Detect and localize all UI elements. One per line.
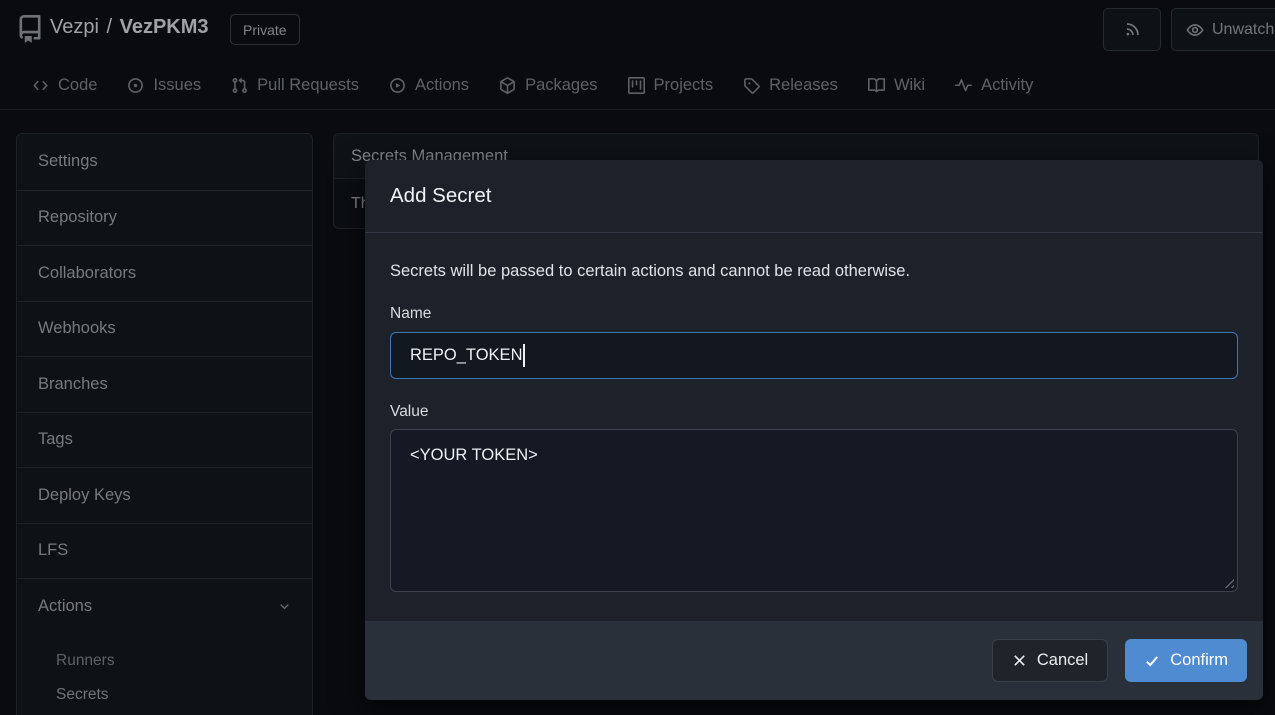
value-field-label: Value (390, 403, 1238, 421)
checkmark-icon (1144, 653, 1160, 669)
name-field-label: Name (390, 305, 1238, 323)
secret-name-value: REPO_TOKEN (410, 346, 522, 365)
modal-header: Add Secret (365, 160, 1263, 233)
add-secret-modal: Add Secret Secrets will be passed to cer… (365, 160, 1263, 700)
modal-footer: Cancel Confirm (365, 621, 1263, 700)
modal-title: Add Secret (390, 184, 491, 208)
secret-value-text: <YOUR TOKEN> (410, 446, 538, 464)
text-cursor (523, 344, 525, 367)
cancel-button[interactable]: Cancel (992, 639, 1108, 682)
confirm-button[interactable]: Confirm (1125, 639, 1247, 682)
close-x-icon (1012, 653, 1027, 668)
modal-body: Secrets will be passed to certain action… (365, 233, 1263, 621)
secret-name-input[interactable]: REPO_TOKEN (390, 332, 1238, 379)
gitea-repo-settings-page: Vezpi / VezPKM3 Private Unwatch Code Iss… (0, 0, 1275, 715)
textarea-resize-handle[interactable] (1222, 576, 1234, 588)
secret-value-textarea[interactable]: <YOUR TOKEN> (390, 429, 1238, 592)
modal-description: Secrets will be passed to certain action… (390, 262, 1238, 281)
